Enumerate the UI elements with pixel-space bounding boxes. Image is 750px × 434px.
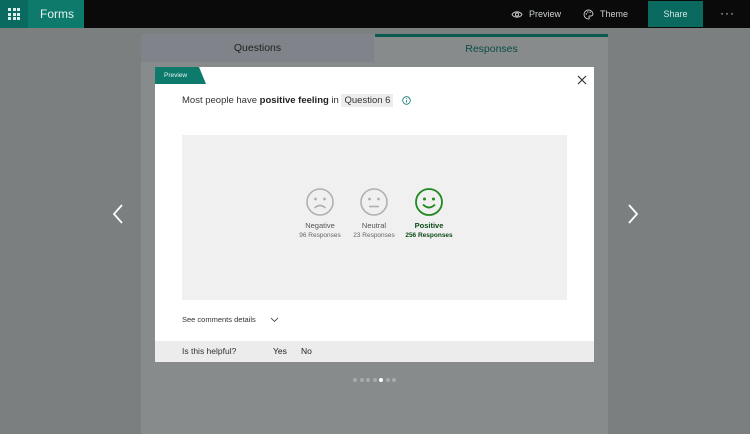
info-icon[interactable] [402,96,411,105]
preview-label: Preview [529,9,562,19]
app-name[interactable]: Forms [28,0,84,28]
palette-icon [583,9,594,20]
no-button[interactable]: No [301,341,312,362]
page-dot-current[interactable] [379,378,383,382]
chevron-down-icon [270,317,279,323]
next-arrow-icon[interactable] [626,203,640,225]
sentiment-count: 256 Responses [405,232,453,239]
previous-arrow-icon[interactable] [111,203,125,225]
theme-label: Theme [600,9,629,19]
insight-headline: Most people have positive feeling in Que… [182,94,411,107]
happy-face-icon [415,188,443,216]
sad-face-icon [306,188,334,216]
headline-emphasis: positive feeling [259,95,329,106]
feedback-bar: Is this helpful? Yes No [155,341,594,362]
sentiment-panel: Negative 96 Responses Neutral 23 Respons… [182,135,567,300]
tab-responses[interactable]: Responses [375,34,608,65]
neutral-face-icon [360,188,388,216]
preview-button[interactable]: Preview [511,0,561,28]
question-chip[interactable]: Question 6 [341,94,394,107]
sentiment-label: Positive [414,221,444,230]
close-icon[interactable] [575,73,589,87]
page-dot[interactable] [372,378,377,382]
see-comments-toggle[interactable]: See comments details [182,315,279,324]
top-bar: Forms Preview Theme Share ··· [0,0,750,28]
eye-icon [511,11,523,18]
page-dot[interactable] [359,378,364,382]
more-options-icon[interactable]: ··· [720,0,735,28]
waffle-icon [8,8,20,20]
app-launcher-button[interactable] [0,0,28,28]
yes-button[interactable]: Yes [273,341,287,362]
tab-questions[interactable]: Questions [141,34,374,62]
preview-tag: Preview [155,67,206,84]
insight-dialog: Preview Most people have positive feelin… [155,67,594,362]
comments-label: See comments details [182,315,256,324]
helpful-question: Is this helpful? [182,346,237,356]
page-dot[interactable] [353,378,357,382]
sentiment-positive: Positive 256 Responses [394,187,464,239]
page-dot[interactable] [385,378,390,382]
headline-prefix: Most people have [182,95,257,106]
share-button[interactable]: Share [648,1,703,27]
page-dot[interactable] [366,378,370,382]
headline-in: in [331,95,339,106]
page-dot[interactable] [392,378,396,382]
theme-button[interactable]: Theme [583,0,628,28]
